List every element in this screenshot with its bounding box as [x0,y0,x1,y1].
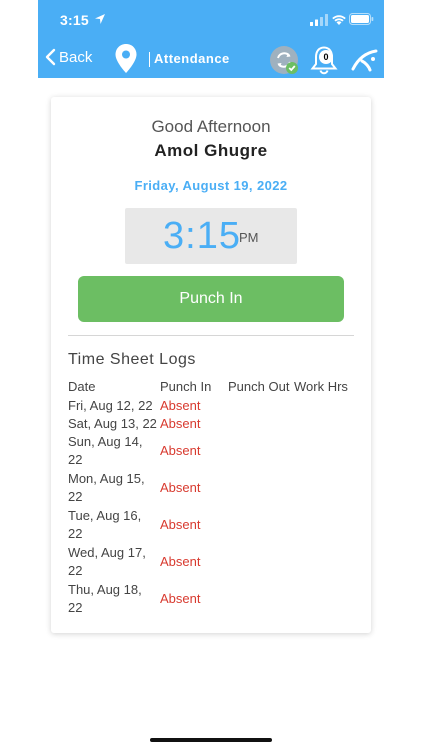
column-header-punch-out: Punch Out [228,379,290,394]
title-divider [149,52,150,67]
section-divider [68,335,354,336]
row-date: Sun, Aug 14, [68,434,143,449]
row-date-year: 22 [68,600,83,615]
column-header-work-hrs: Work Hrs [294,379,348,394]
notification-count-badge: 0 [319,50,333,64]
row-punch-in-status: Absent [160,591,201,606]
row-date-year: 22 [68,489,83,504]
clock-ampm: PM [239,230,259,245]
back-button[interactable]: Back [44,48,92,66]
row-punch-in-status: Absent [160,416,201,431]
greeting-text: Good Afternoon [151,117,271,136]
row-punch-in-status: Absent [160,398,201,413]
row-date: Sat, Aug 13, 22 [68,416,157,431]
column-header-punch-in: Punch In [160,379,212,394]
clock-display: 3:15 PM [125,208,297,264]
row-punch-in-status: Absent [160,517,201,532]
row-date: Wed, Aug 17, [68,545,146,560]
cellular-signal-icon [310,14,328,26]
attendance-card: Good Afternoon Amol Ghugre Friday, Augus… [51,97,371,633]
brand-logo-icon [351,49,378,72]
column-header-date: Date [68,379,96,394]
nav-bar: Back Attendance 0 [38,40,384,78]
map-pin-icon [115,44,137,73]
row-punch-in-status: Absent [160,554,201,569]
clock-time: 3:15 [163,215,241,257]
row-punch-in-status: Absent [160,443,201,458]
sync-status-icon[interactable] [269,45,299,75]
wifi-icon [332,15,346,25]
punch-in-button[interactable]: Punch In [78,276,344,322]
status-bar: 3:15 [38,0,384,40]
home-indicator[interactable] [150,738,272,742]
row-date: Mon, Aug 15, [68,471,145,486]
page-title: Attendance [154,51,230,66]
app-screen: 3:15 Back Attendance 0 Good Afternoon Am… [38,0,384,750]
user-name: Amol Ghugre [154,141,268,160]
status-time: 3:15 [60,12,89,28]
timesheet-title: Time Sheet Logs [68,351,196,368]
battery-icon [349,13,374,25]
row-date-year: 22 [68,526,83,541]
row-date-year: 22 [68,452,83,467]
location-arrow-icon [95,14,105,24]
notifications-button[interactable]: 0 [310,45,338,75]
row-date: Tue, Aug 16, [68,508,142,523]
row-date: Fri, Aug 12, 22 [68,398,153,413]
row-punch-in-status: Absent [160,480,201,495]
row-date-year: 22 [68,563,83,578]
back-label: Back [59,48,93,66]
row-date: Thu, Aug 18, [68,582,142,597]
chevron-left-icon [45,48,56,66]
top-bar: 3:15 Back Attendance 0 [38,0,384,78]
current-date: Friday, August 19, 2022 [134,178,288,193]
